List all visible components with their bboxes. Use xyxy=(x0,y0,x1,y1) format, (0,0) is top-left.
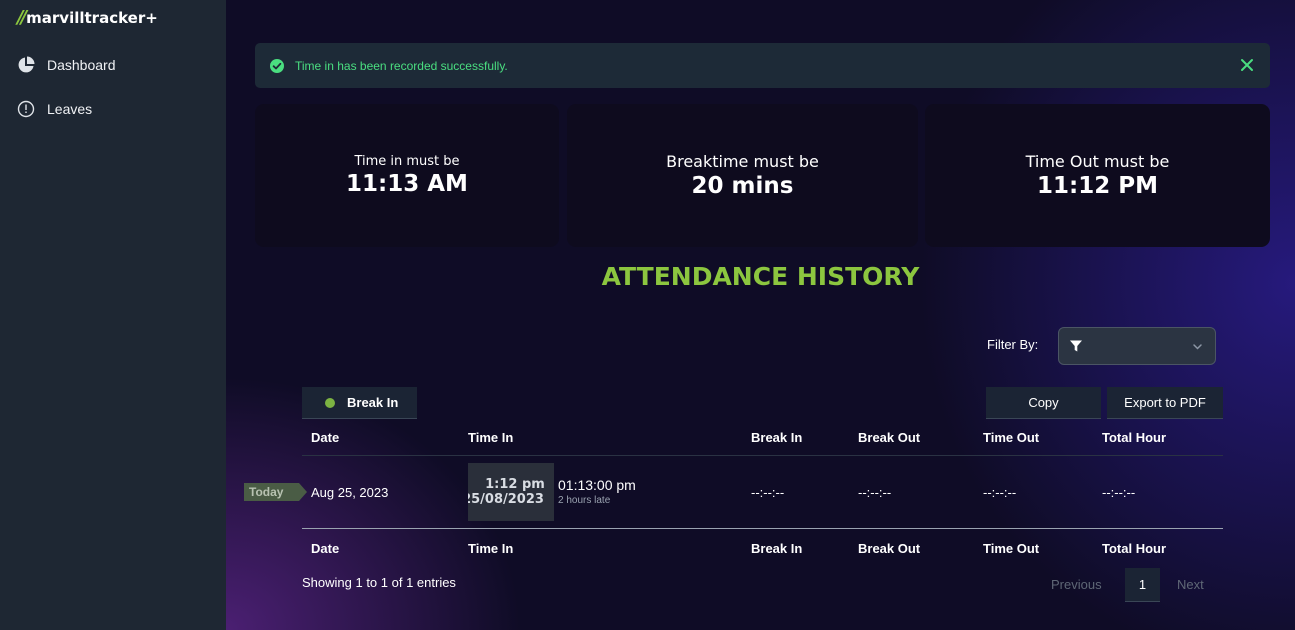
column-header-total-hour[interactable]: Total Hour xyxy=(1102,430,1166,445)
time-in-card: Time in must be 11:13 AM xyxy=(255,104,559,247)
logo-text: marvilltracker+ xyxy=(26,8,158,27)
status-dot xyxy=(325,397,335,408)
sidebar-item-label: Dashboard xyxy=(47,56,116,73)
pagination-page-1[interactable]: 1 xyxy=(1125,568,1160,602)
page-title: ATTENDANCE HISTORY xyxy=(601,262,920,291)
breaktime-card: Breaktime must be 20 mins xyxy=(567,104,918,247)
time-in-photo[interactable]: 1:12 pm 25/08/2023 xyxy=(468,463,554,521)
photo-time-overlay: 1:12 pm xyxy=(485,477,545,492)
late-note: 2 hours late xyxy=(558,495,611,506)
cell-time-in: 01:13:00 pm xyxy=(558,477,636,493)
copy-button[interactable]: Copy xyxy=(986,387,1101,419)
time-out-card: Time Out must be 11:12 PM xyxy=(925,104,1270,247)
status-label: Break In xyxy=(347,395,399,410)
sidebar: // marvilltracker+ Dashboard Leaves xyxy=(0,0,226,630)
column-footer-break-out: Break Out xyxy=(858,541,921,556)
card-label: Breaktime must be xyxy=(666,152,819,171)
card-label: Time in must be xyxy=(354,154,460,169)
column-header-time-in[interactable]: Time In xyxy=(468,430,513,445)
check-circle-icon xyxy=(270,58,284,73)
column-header-break-in[interactable]: Break In xyxy=(751,430,802,445)
sidebar-item-dashboard[interactable]: Dashboard xyxy=(16,55,116,74)
cell-break-out: --:--:-- xyxy=(858,485,892,500)
column-footer-total-hour: Total Hour xyxy=(1102,541,1167,556)
success-alert: Time in has been recorded successfully. xyxy=(255,43,1270,88)
close-icon[interactable] xyxy=(1238,56,1256,74)
column-header-break-out[interactable]: Break Out xyxy=(858,430,920,445)
cell-total-hour: --:--:-- xyxy=(1102,485,1136,500)
sidebar-item-label: Leaves xyxy=(47,100,93,117)
column-header-date[interactable]: Date xyxy=(311,430,339,445)
app-logo[interactable]: // marvilltracker+ xyxy=(17,7,158,28)
column-footer-time-out: Time Out xyxy=(983,541,1040,556)
entries-info: Showing 1 to 1 of 1 entries xyxy=(302,575,456,590)
status-badge: Break In xyxy=(302,387,417,419)
filter-select[interactable] xyxy=(1058,327,1216,365)
pagination-previous[interactable]: Previous xyxy=(1051,577,1102,592)
photo-date-overlay: 25/08/2023 xyxy=(468,492,544,507)
today-tag: Today xyxy=(244,483,307,501)
main-content: Time in has been recorded successfully. … xyxy=(226,0,1295,630)
alert-message: Time in has been recorded successfully. xyxy=(295,58,508,73)
export-pdf-button[interactable]: Export to PDF xyxy=(1107,387,1223,419)
sidebar-item-leaves[interactable]: Leaves xyxy=(16,99,92,118)
chevron-down-icon xyxy=(1193,344,1202,350)
column-footer-break-in: Break In xyxy=(751,541,803,556)
filter-label: Filter By: xyxy=(987,337,1039,352)
alert-circle-icon xyxy=(16,99,35,118)
cell-break-in: --:--:-- xyxy=(751,485,785,500)
pie-chart-icon xyxy=(16,55,35,74)
column-footer-time-in: Time In xyxy=(468,541,514,556)
cell-time-out: --:--:-- xyxy=(983,485,1017,500)
pagination-next[interactable]: Next xyxy=(1177,577,1204,592)
logo-mark: // xyxy=(17,7,27,28)
card-value: 11:13 AM xyxy=(346,171,468,197)
divider xyxy=(302,455,1223,456)
cell-date: Aug 25, 2023 xyxy=(311,485,389,500)
card-value: 11:12 PM xyxy=(1037,173,1158,199)
column-footer-date: Date xyxy=(311,541,340,556)
column-header-time-out[interactable]: Time Out xyxy=(983,430,1039,445)
card-value: 20 mins xyxy=(691,173,794,199)
filter-icon xyxy=(1070,340,1082,352)
divider xyxy=(302,528,1223,529)
card-label: Time Out must be xyxy=(1025,152,1170,171)
